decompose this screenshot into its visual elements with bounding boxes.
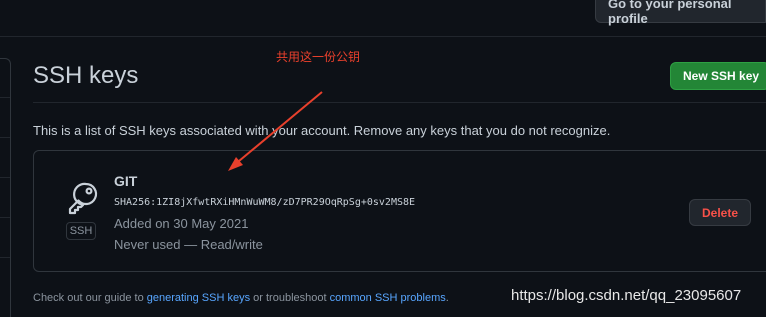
help-suffix: . bbox=[445, 292, 449, 304]
sidebar-divider bbox=[0, 177, 10, 178]
go-to-profile-button[interactable]: Go to your personal profile bbox=[595, 0, 766, 26]
key-fingerprint: SHA256:1ZI8jXfwtRXiHMnWuWM8/zD7PR29OqRpS… bbox=[114, 197, 416, 208]
help-middle: or troubleshoot bbox=[253, 292, 327, 304]
page-title: SSH keys bbox=[33, 62, 139, 89]
sidebar-divider bbox=[0, 97, 10, 98]
intro-text: This is a list of SSH keys associated wi… bbox=[33, 123, 611, 138]
key-title: GIT bbox=[114, 173, 138, 189]
ssh-badge: SSH bbox=[66, 222, 96, 240]
help-text: Check out our guide to generating SSH ke… bbox=[33, 292, 449, 304]
key-added-date: Added on 30 May 2021 bbox=[114, 216, 249, 231]
help-prefix: Check out our guide to bbox=[33, 292, 144, 304]
ssh-key-list-item bbox=[33, 150, 766, 272]
annotation-label: 共用这一份公钥 bbox=[276, 50, 361, 64]
title-divider bbox=[33, 102, 766, 103]
watermark: https://blog.csdn.net/qq_23095607 bbox=[511, 287, 742, 304]
settings-sidebar bbox=[0, 58, 11, 317]
new-ssh-key-button[interactable]: New SSH key bbox=[670, 62, 766, 90]
header-divider bbox=[0, 36, 766, 37]
sidebar-divider bbox=[0, 137, 10, 138]
key-usage-status: Never used — Read/write bbox=[114, 237, 263, 252]
delete-key-button[interactable]: Delete bbox=[689, 199, 751, 226]
key-icon bbox=[68, 182, 98, 215]
common-ssh-problems-link[interactable]: common SSH problems bbox=[330, 292, 446, 304]
sidebar-divider bbox=[0, 257, 10, 258]
generating-ssh-keys-link[interactable]: generating SSH keys bbox=[147, 292, 250, 304]
sidebar-divider bbox=[0, 217, 10, 218]
